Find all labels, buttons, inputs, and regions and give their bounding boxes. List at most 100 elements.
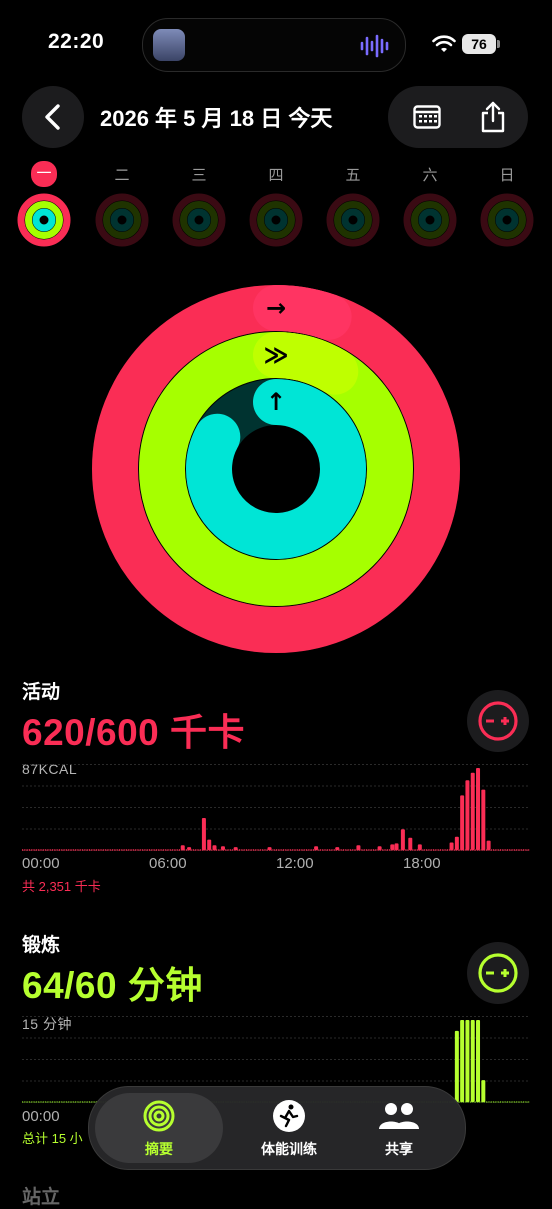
chart-baseline-dot [81, 849, 83, 851]
activity-total: 共 2,351 千卡 [22, 879, 101, 894]
chart-baseline-dot [138, 849, 140, 851]
chart-baseline-dot [97, 849, 99, 851]
chart-baseline-dot [298, 849, 300, 851]
day-rings[interactable] [171, 192, 227, 248]
page-title: 2026 年 5 月 18 日 今天 [100, 106, 333, 131]
chart-baseline-dot [507, 849, 509, 851]
chart-baseline-dot [348, 849, 350, 851]
chart-baseline-dot [64, 1101, 66, 1103]
day-rings[interactable] [248, 192, 304, 248]
chart-baseline-dot [134, 849, 136, 851]
weekday-label[interactable]: 一 [31, 161, 57, 187]
dynamic-island[interactable] [142, 18, 406, 72]
chart-baseline-dot [53, 1101, 55, 1103]
chart-baseline-dot [74, 1101, 76, 1103]
chart-bar [207, 839, 212, 850]
chart-baseline-dot [55, 849, 57, 851]
chart-baseline-dot [92, 849, 94, 851]
audio-waveform-icon [360, 34, 389, 58]
day-rings[interactable] [402, 192, 458, 248]
chart-baseline-dot [276, 849, 277, 851]
chart-baseline-dot [304, 849, 306, 851]
day-rings[interactable] [325, 192, 381, 248]
adjust-move-goal-button[interactable] [467, 690, 529, 752]
chart-bar [314, 846, 319, 850]
chart-baseline-dot [327, 849, 329, 851]
chart-baseline-dot [293, 849, 295, 851]
weekday-label[interactable]: 五 [337, 164, 369, 188]
chart-baseline-dot [528, 849, 530, 851]
weekday-label[interactable]: 六 [414, 164, 446, 188]
chart-baseline-dot [71, 849, 73, 851]
chart-baseline-dot [25, 1101, 27, 1103]
chart-baseline-dot [242, 849, 244, 851]
chart-baseline-dot [90, 1101, 92, 1103]
chart-baseline-dot [387, 849, 389, 851]
chart-baseline-dot [369, 849, 371, 851]
tab-workouts[interactable]: 体能训练 [229, 1093, 349, 1163]
tab-summary[interactable]: 摘要 [95, 1093, 223, 1163]
chart-baseline-dot [443, 849, 445, 851]
chart-bar [394, 843, 399, 850]
chart-baseline-dot [140, 849, 142, 851]
back-button[interactable] [22, 86, 84, 148]
chart-baseline-dot [48, 1101, 50, 1103]
share-icon [481, 101, 505, 133]
chart-baseline-dot [521, 1101, 523, 1103]
chart-baseline-dot [46, 1101, 48, 1103]
chart-baseline-dot [119, 849, 120, 851]
chart-baseline-dot [36, 849, 38, 851]
chart-baseline-dot [51, 1101, 53, 1103]
rings-icon [143, 1100, 175, 1132]
chart-baseline-dot [524, 849, 526, 851]
chart-baseline-dot [399, 849, 401, 851]
chart-baseline-dot [37, 1101, 39, 1103]
chart-baseline-dot [521, 849, 523, 851]
tab-sharing[interactable]: 共享 [339, 1093, 459, 1163]
chart-baseline-dot [149, 849, 150, 851]
chart-baseline-dot [404, 849, 406, 851]
chart-baseline-dot [64, 849, 66, 851]
chart-bar [481, 1080, 486, 1102]
chart-baseline-dot [373, 849, 374, 851]
share-button[interactable] [462, 86, 524, 148]
chart-baseline-dot [73, 849, 75, 851]
weekday-label[interactable]: 四 [260, 164, 292, 188]
chart-baseline-dot [487, 1101, 489, 1103]
chart-baseline-dot [346, 849, 348, 851]
chart-baseline-dot [508, 1101, 510, 1103]
weekday-label[interactable]: 日 [491, 164, 523, 188]
adjust-exercise-goal-button[interactable] [467, 942, 529, 1004]
chart-baseline-dot [491, 849, 493, 851]
chart-baseline-dot [309, 849, 311, 851]
day-rings[interactable] [94, 192, 150, 248]
day-rings[interactable] [479, 192, 535, 248]
weekday-label[interactable]: 三 [183, 164, 215, 188]
chart-baseline-dot [503, 849, 505, 851]
calendar-button[interactable] [396, 86, 458, 148]
day-rings[interactable] [16, 192, 72, 248]
chart-baseline-dot [427, 849, 429, 851]
chart-tick-label: 12:00 [276, 855, 314, 872]
chart-baseline-dot [517, 1101, 519, 1103]
chart-baseline-dot [302, 849, 304, 851]
ring-arrow-icon: → [266, 294, 286, 322]
chart-baseline-dot [141, 849, 143, 851]
tab-workouts-label: 体能训练 [261, 1141, 317, 1157]
chart-baseline-dot [281, 849, 283, 851]
chart-baseline-dot [104, 849, 106, 851]
chart-baseline-dot [96, 849, 98, 851]
weekday-label[interactable]: 二 [106, 164, 138, 188]
activity-rings[interactable]: → ≫ ↑ [90, 283, 462, 655]
chart-baseline-dot [94, 849, 96, 851]
chart-baseline-dot [508, 849, 510, 851]
chart-baseline-dot [66, 849, 68, 851]
chart-baseline-dot [60, 1101, 62, 1103]
chart-baseline-dot [27, 1101, 29, 1103]
chart-baseline-dot [44, 849, 46, 851]
chart-baseline-dot [87, 849, 89, 851]
chart-baseline-dot [376, 849, 378, 851]
chart-bar [470, 1020, 475, 1102]
exercise-value: 64/60 分钟 [22, 965, 203, 1006]
chart-bar [187, 847, 192, 850]
